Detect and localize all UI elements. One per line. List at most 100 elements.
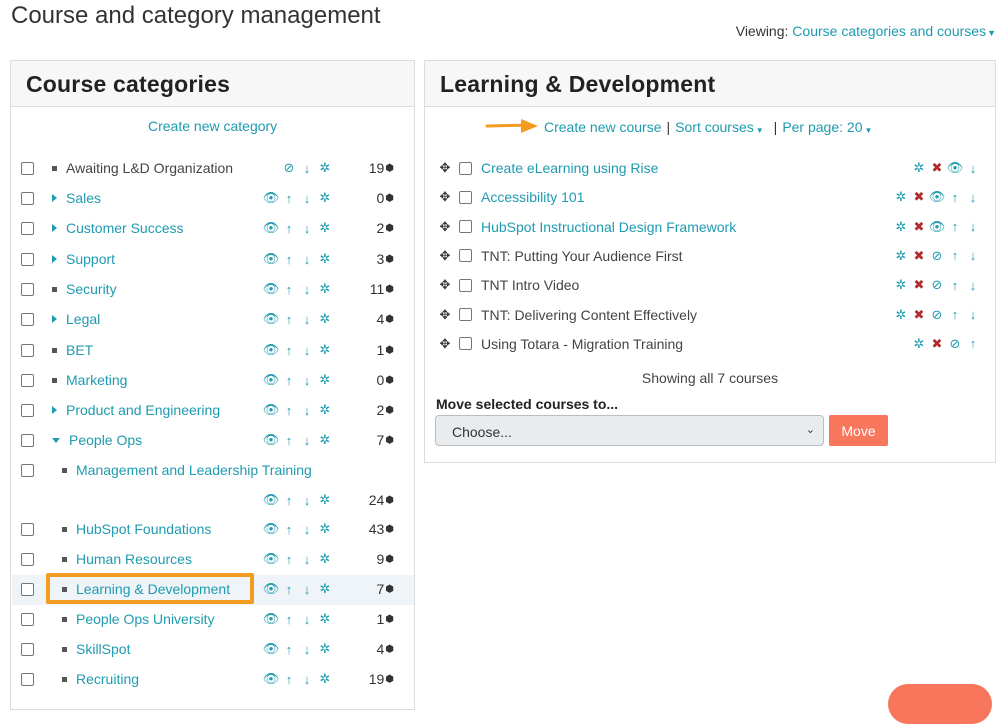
eye-icon[interactable]: 👁 xyxy=(928,189,946,205)
gear-icon[interactable]: ✲ xyxy=(316,190,334,206)
eye-slash-icon[interactable]: ⊘ xyxy=(928,307,946,323)
arrow-up-icon[interactable]: ↑ xyxy=(280,312,298,327)
collapse-icon[interactable] xyxy=(52,437,60,443)
arrow-down-icon[interactable]: ↓ xyxy=(964,219,982,234)
sort-courses-link[interactable]: Sort courses xyxy=(675,119,754,135)
course-checkbox[interactable] xyxy=(459,278,472,292)
course-name[interactable]: HubSpot Instructional Design Framework xyxy=(481,219,736,235)
eye-slash-icon[interactable]: ⊘ xyxy=(280,160,298,176)
arrow-up-icon[interactable]: ↑ xyxy=(280,552,298,567)
gear-icon[interactable]: ✲ xyxy=(316,251,334,267)
gear-icon[interactable]: ✲ xyxy=(892,219,910,235)
arrow-up-icon[interactable]: ↑ xyxy=(946,307,964,322)
category-name[interactable]: Legal xyxy=(66,311,100,327)
arrow-up-icon[interactable]: ↑ xyxy=(280,433,298,448)
expand-icon[interactable] xyxy=(52,406,57,414)
course-name[interactable]: TNT: Putting Your Audience First xyxy=(481,248,683,264)
course-name[interactable]: Create eLearning using Rise xyxy=(481,160,658,176)
arrow-down-icon[interactable]: ↓ xyxy=(298,191,316,206)
category-checkbox[interactable] xyxy=(21,403,34,417)
arrow-down-icon[interactable]: ↓ xyxy=(298,642,316,657)
arrow-down-icon[interactable]: ↓ xyxy=(964,307,982,322)
arrow-down-icon[interactable]: ↓ xyxy=(298,282,316,297)
gear-icon[interactable]: ✲ xyxy=(892,189,910,205)
viewing-value[interactable]: Course categories and courses xyxy=(792,23,986,39)
category-checkbox[interactable] xyxy=(21,373,34,387)
course-name[interactable]: Using Totara - Migration Training xyxy=(481,336,683,352)
delete-icon[interactable]: ✖ xyxy=(928,160,946,176)
arrow-down-icon[interactable]: ↓ xyxy=(298,403,316,418)
arrow-down-icon[interactable]: ↓ xyxy=(298,343,316,358)
course-checkbox[interactable] xyxy=(459,161,472,175)
category-checkbox[interactable] xyxy=(21,161,34,175)
eye-icon[interactable]: 👁 xyxy=(262,190,280,206)
arrow-down-icon[interactable]: ↓ xyxy=(298,312,316,327)
eye-icon[interactable]: 👁 xyxy=(262,551,280,567)
arrow-up-icon[interactable]: ↑ xyxy=(280,582,298,597)
category-name[interactable]: BET xyxy=(66,342,93,358)
drag-move-icon[interactable]: ✥ xyxy=(437,189,453,205)
arrow-down-icon[interactable]: ↓ xyxy=(298,433,316,448)
eye-icon[interactable]: 👁 xyxy=(262,342,280,358)
category-name[interactable]: Security xyxy=(66,281,117,297)
eye-icon[interactable]: 👁 xyxy=(262,311,280,327)
category-checkbox[interactable] xyxy=(21,672,34,686)
category-checkbox[interactable] xyxy=(21,343,34,357)
arrow-down-icon[interactable]: ↓ xyxy=(298,373,316,388)
category-name[interactable]: Management and Leadership Training xyxy=(76,462,312,478)
category-name[interactable]: Awaiting L&D Organization xyxy=(66,160,233,176)
gear-icon[interactable]: ✲ xyxy=(892,248,910,264)
eye-icon[interactable]: 👁 xyxy=(262,251,280,267)
category-checkbox[interactable] xyxy=(21,221,34,235)
arrow-down-icon[interactable]: ↓ xyxy=(298,552,316,567)
eye-icon[interactable]: 👁 xyxy=(262,521,280,537)
course-name[interactable]: TNT: Delivering Content Effectively xyxy=(481,307,697,323)
create-new-category-link[interactable]: Create new category xyxy=(148,118,277,134)
eye-icon[interactable]: 👁 xyxy=(262,581,280,597)
arrow-down-icon[interactable]: ↓ xyxy=(298,252,316,267)
move-button[interactable]: Move xyxy=(829,415,888,446)
viewing-selector[interactable]: Viewing: Course categories and courses▼ xyxy=(736,23,996,39)
delete-icon[interactable]: ✖ xyxy=(910,307,928,323)
category-name[interactable]: People Ops University xyxy=(76,611,215,627)
gear-icon[interactable]: ✲ xyxy=(316,372,334,388)
move-destination-select[interactable]: Choose... ⌄ xyxy=(435,415,824,446)
category-name[interactable]: Marketing xyxy=(66,372,127,388)
arrow-down-icon[interactable]: ↓ xyxy=(964,190,982,205)
category-checkbox[interactable] xyxy=(21,433,34,447)
arrow-down-icon[interactable]: ↓ xyxy=(298,493,316,508)
category-name[interactable]: HubSpot Foundations xyxy=(76,521,211,537)
category-name[interactable]: Recruiting xyxy=(76,671,139,687)
arrow-up-icon[interactable]: ↑ xyxy=(280,191,298,206)
arrow-down-icon[interactable]: ↓ xyxy=(964,161,982,176)
arrow-down-icon[interactable]: ↓ xyxy=(298,582,316,597)
eye-slash-icon[interactable]: ⊘ xyxy=(928,248,946,264)
gear-icon[interactable]: ✲ xyxy=(316,641,334,657)
gear-icon[interactable]: ✲ xyxy=(316,281,334,297)
arrow-down-icon[interactable]: ↓ xyxy=(298,221,316,236)
category-checkbox[interactable] xyxy=(21,582,34,596)
arrow-down-icon[interactable]: ↓ xyxy=(964,278,982,293)
arrow-up-icon[interactable]: ↑ xyxy=(280,522,298,537)
eye-slash-icon[interactable]: ⊘ xyxy=(946,336,964,352)
eye-icon[interactable]: 👁 xyxy=(262,492,280,508)
arrow-up-icon[interactable]: ↑ xyxy=(280,252,298,267)
gear-icon[interactable]: ✲ xyxy=(892,307,910,323)
eye-icon[interactable]: 👁 xyxy=(262,432,280,448)
arrow-up-icon[interactable]: ↑ xyxy=(280,403,298,418)
category-name[interactable]: Human Resources xyxy=(76,551,192,567)
eye-icon[interactable]: 👁 xyxy=(928,219,946,235)
drag-move-icon[interactable]: ✥ xyxy=(437,248,453,264)
drag-move-icon[interactable]: ✥ xyxy=(437,160,453,176)
course-checkbox[interactable] xyxy=(459,308,472,321)
course-checkbox[interactable] xyxy=(459,190,472,204)
arrow-up-icon[interactable]: ↑ xyxy=(280,343,298,358)
gear-icon[interactable]: ✲ xyxy=(316,432,334,448)
arrow-down-icon[interactable]: ↓ xyxy=(964,248,982,263)
gear-icon[interactable]: ✲ xyxy=(316,402,334,418)
create-new-course-link[interactable]: Create new course xyxy=(544,119,662,135)
course-checkbox[interactable] xyxy=(459,249,472,263)
category-checkbox[interactable] xyxy=(21,463,34,477)
gear-icon[interactable]: ✲ xyxy=(316,671,334,687)
arrow-up-icon[interactable]: ↑ xyxy=(280,282,298,297)
